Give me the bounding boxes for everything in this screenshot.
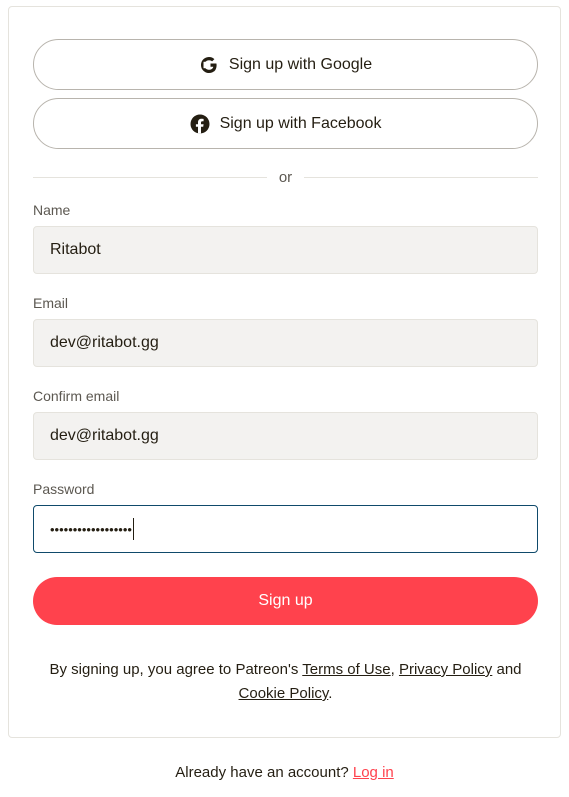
terms-comma: , bbox=[390, 661, 399, 678]
name-input[interactable]: Ritabot bbox=[33, 226, 538, 274]
signup-button-label: Sign up bbox=[258, 592, 313, 609]
divider-line-left bbox=[33, 176, 267, 178]
terms-and: and bbox=[492, 661, 522, 678]
or-divider: or bbox=[33, 167, 538, 187]
password-label: Password bbox=[33, 481, 95, 497]
password-input-value: •••••••••••••••••• bbox=[50, 521, 132, 537]
login-link[interactable]: Log in bbox=[353, 764, 394, 781]
email-label: Email bbox=[33, 295, 69, 311]
terms-period: . bbox=[328, 685, 333, 702]
facebook-signup-button[interactable]: Sign up with Facebook bbox=[33, 98, 538, 149]
login-prompt: Already have an account? Log in bbox=[0, 764, 569, 781]
name-label: Name bbox=[33, 202, 71, 218]
or-text: or bbox=[278, 168, 293, 186]
signup-card: Sign up with Google Sign up with Faceboo… bbox=[8, 6, 561, 738]
confirm-email-label: Confirm email bbox=[33, 388, 120, 404]
terms-notice: By signing up, you agree to Patreon's Te… bbox=[33, 658, 538, 706]
privacy-policy-link[interactable]: Privacy Policy bbox=[399, 661, 492, 678]
facebook-signup-label: Sign up with Facebook bbox=[219, 114, 382, 132]
divider-line-right bbox=[304, 176, 538, 178]
terms-of-use-link[interactable]: Terms of Use bbox=[302, 661, 390, 678]
terms-prefix: By signing up, you agree to Patreon's bbox=[49, 661, 303, 678]
email-input[interactable]: dev@ritabot.gg bbox=[33, 319, 538, 367]
signup-button[interactable]: Sign up bbox=[33, 577, 538, 625]
confirm-email-input[interactable]: dev@ritabot.gg bbox=[33, 412, 538, 460]
confirm-email-input-value: dev@ritabot.gg bbox=[50, 427, 159, 444]
facebook-icon bbox=[190, 114, 210, 134]
google-signup-button[interactable]: Sign up with Google bbox=[33, 39, 538, 90]
login-prompt-text: Already have an account? bbox=[175, 764, 353, 781]
cookie-policy-link[interactable]: Cookie Policy bbox=[239, 685, 329, 702]
google-signup-label: Sign up with Google bbox=[228, 55, 373, 73]
password-input[interactable]: •••••••••••••••••• bbox=[33, 505, 538, 553]
name-input-value: Ritabot bbox=[50, 241, 101, 258]
email-input-value: dev@ritabot.gg bbox=[50, 334, 159, 351]
google-icon bbox=[199, 55, 219, 75]
text-caret bbox=[132, 518, 134, 540]
